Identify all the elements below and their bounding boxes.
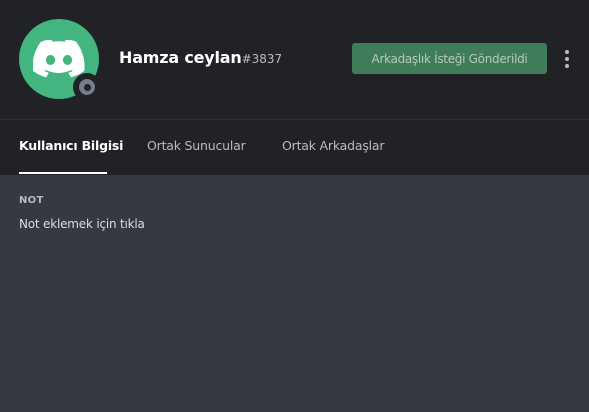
user-name-tag: Hamza ceylan #3837 [119,48,282,70]
more-options-icon[interactable] [558,47,576,71]
profile-header: Hamza ceylan #3837 Arkadaşlık İsteği Gön… [0,0,589,175]
user-profile-modal: Hamza ceylan #3837 Arkadaşlık İsteği Gön… [0,0,589,412]
friend-request-sent-button[interactable]: Arkadaşlık İsteği Gönderildi [352,43,547,74]
note-input[interactable]: Not eklemek için tıkla [19,217,559,235]
username: Hamza ceylan [119,48,242,67]
discord-logo-icon [33,40,85,78]
offline-status-icon [79,79,95,95]
active-tab-indicator [19,172,107,174]
tab-mutual-servers[interactable]: Ortak Sunucular [147,138,246,158]
tab-user-info[interactable]: Kullanıcı Bilgisi [19,138,123,158]
tab-mutual-friends[interactable]: Ortak Arkadaşlar [282,138,385,158]
status-indicator [73,73,101,101]
header-divider [0,119,589,120]
discriminator: #3837 [241,52,283,66]
note-section-label: NOT [19,195,44,206]
